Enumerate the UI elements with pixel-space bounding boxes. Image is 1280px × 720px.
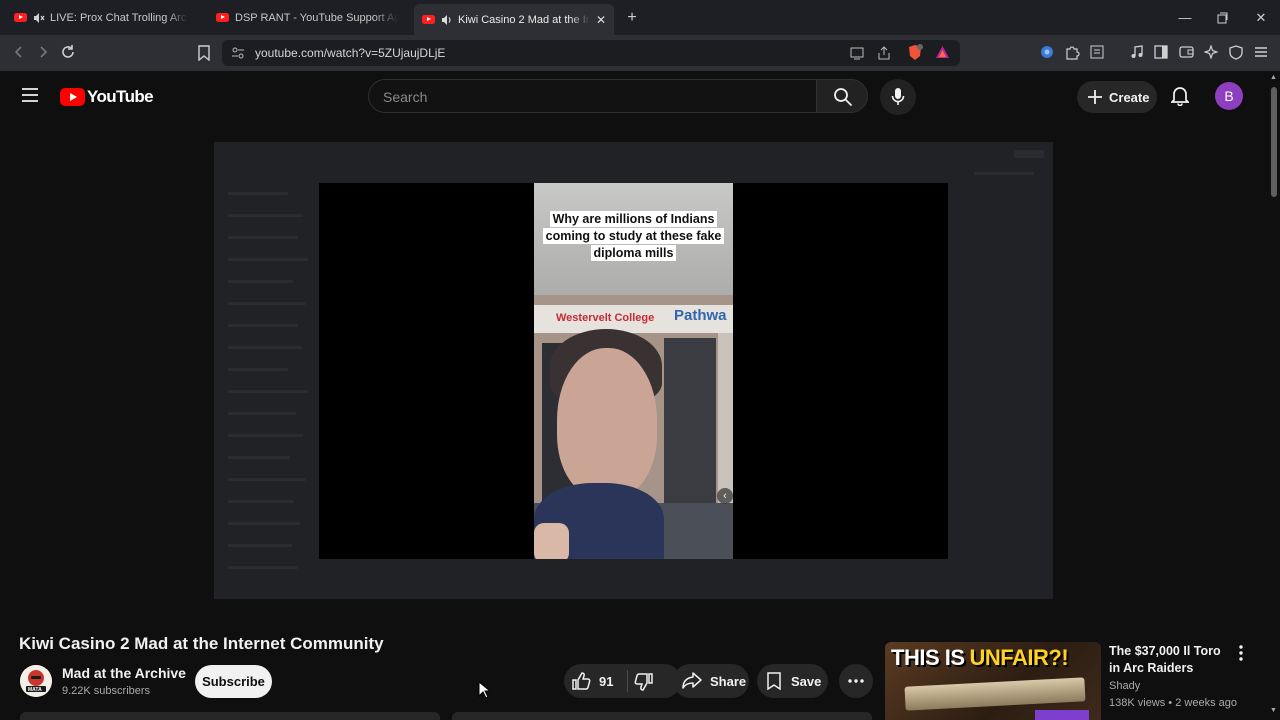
sidebar-icon[interactable] bbox=[1154, 45, 1168, 59]
save-label: Save bbox=[791, 673, 822, 689]
share-button[interactable]: Share bbox=[673, 664, 749, 698]
channel-avatar[interactable]: MATA bbox=[20, 665, 52, 697]
share-page-icon[interactable] bbox=[877, 46, 891, 60]
browser-tab-1[interactable]: LIVE: Prox Chat Trolling Arc Raiders bbox=[6, 5, 196, 30]
subscribe-button[interactable]: Subscribe bbox=[195, 665, 272, 698]
search-placeholder: Search bbox=[383, 89, 428, 105]
speaker-icon[interactable] bbox=[441, 14, 453, 26]
description-box-edge bbox=[20, 712, 440, 720]
youtube-logo-text: YouTube bbox=[87, 87, 154, 106]
leo-ai-icon[interactable] bbox=[1204, 45, 1218, 59]
subscriber-count: 9.22K subscribers bbox=[62, 685, 151, 697]
tab-title: LIVE: Prox Chat Trolling Arc Raiders bbox=[50, 11, 188, 24]
search-button[interactable] bbox=[816, 79, 868, 113]
youtube-favicon-icon bbox=[216, 13, 229, 22]
video-player[interactable]: Westervelt College Pathwa Why are millio… bbox=[214, 142, 1053, 599]
extension-blue-icon[interactable] bbox=[1040, 45, 1054, 59]
back-icon[interactable] bbox=[11, 44, 27, 60]
channel-avatar-text: MATA bbox=[28, 687, 42, 693]
save-button[interactable]: Save bbox=[757, 664, 828, 698]
sign-text-left: Westervelt College bbox=[556, 312, 655, 324]
guide-menu-icon[interactable] bbox=[21, 87, 39, 103]
recommended-video-thumbnail[interactable]: THIS IS UNFAIR?! bbox=[885, 642, 1101, 720]
browser-tab-3-active[interactable]: Kiwi Casino 2 Mad at the Internet ✕ bbox=[414, 4, 614, 35]
cast-icon[interactable] bbox=[850, 46, 864, 60]
chevron-left-icon: ‹ bbox=[717, 488, 733, 504]
recommended-channel-name[interactable]: Shady bbox=[1109, 680, 1140, 692]
media-music-icon[interactable] bbox=[1130, 45, 1144, 59]
youtube-logo[interactable]: YouTube bbox=[60, 87, 154, 107]
scroll-up-icon[interactable]: ▲ bbox=[1270, 74, 1277, 81]
browser-menu-icon[interactable] bbox=[1254, 45, 1268, 59]
storefront-sign: Westervelt College Pathwa bbox=[534, 305, 733, 333]
search-icon bbox=[833, 87, 853, 107]
scroll-down-icon[interactable]: ▼ bbox=[1270, 707, 1277, 714]
recommendation-more-icon[interactable] bbox=[1238, 645, 1244, 661]
microphone-icon bbox=[891, 87, 905, 107]
tab-title: DSP RANT - YouTube Support Agent bbox=[235, 11, 398, 24]
brave-rewards-icon[interactable] bbox=[935, 45, 950, 60]
sign-text-right: Pathwa bbox=[674, 307, 727, 324]
youtube-favicon-icon bbox=[14, 13, 27, 22]
account-avatar[interactable]: B bbox=[1215, 82, 1243, 110]
browser-tab-bar: LIVE: Prox Chat Trolling Arc Raiders DSP… bbox=[0, 0, 1280, 35]
reload-icon[interactable] bbox=[60, 44, 76, 60]
browser-toolbar: youtube.com/watch?v=5ZUjaujDLjE bbox=[0, 35, 1280, 71]
minimize-icon[interactable]: — bbox=[1175, 8, 1195, 28]
browser-tab-2[interactable]: DSP RANT - YouTube Support Agent bbox=[208, 5, 406, 30]
like-dislike-group: 91 bbox=[564, 664, 681, 698]
close-tab-icon[interactable]: ✕ bbox=[596, 13, 606, 27]
youtube-masthead: YouTube Search Create B bbox=[0, 71, 1268, 121]
muted-speaker-icon[interactable] bbox=[33, 12, 45, 24]
forward-icon[interactable] bbox=[35, 44, 51, 60]
vpn-icon[interactable] bbox=[1229, 45, 1243, 60]
video-title: Kiwi Casino 2 Mad at the Internet Commun… bbox=[19, 634, 384, 653]
like-count: 91 bbox=[599, 673, 614, 689]
share-label: Share bbox=[710, 673, 747, 689]
new-tab-button[interactable]: + bbox=[622, 8, 642, 28]
mouse-cursor-icon bbox=[478, 681, 490, 699]
comments-box-edge bbox=[452, 712, 872, 720]
url-text[interactable]: youtube.com/watch?v=5ZUjaujDLjE bbox=[255, 46, 445, 60]
search-input[interactable]: Search bbox=[368, 79, 816, 113]
channel-name[interactable]: Mad at the Archive bbox=[62, 665, 186, 681]
thumbs-up-icon bbox=[571, 671, 591, 691]
scrollbar-thumb[interactable] bbox=[1271, 87, 1277, 197]
notifications-bell-icon[interactable] bbox=[1171, 86, 1189, 106]
more-actions-button[interactable] bbox=[839, 664, 873, 698]
recommended-video-meta: 138K views • 2 weeks ago bbox=[1109, 697, 1237, 709]
wallet-icon[interactable] bbox=[1179, 45, 1194, 59]
share-arrow-icon bbox=[682, 672, 702, 690]
address-bar[interactable]: youtube.com/watch?v=5ZUjaujDLjE bbox=[222, 40, 960, 66]
create-label: Create bbox=[1109, 89, 1150, 105]
more-horizontal-icon bbox=[848, 679, 864, 683]
brave-shield-icon[interactable] bbox=[907, 44, 923, 61]
voice-search-button[interactable] bbox=[880, 79, 916, 115]
tab-title: Kiwi Casino 2 Mad at the Internet bbox=[458, 13, 590, 26]
recommended-video-title[interactable]: The $37,000 Il Toro in Arc Raiders bbox=[1109, 643, 1229, 677]
dislike-button[interactable] bbox=[634, 672, 654, 692]
restore-window-icon[interactable] bbox=[1212, 8, 1232, 28]
embedded-video-frame: Westervelt College Pathwa Why are millio… bbox=[319, 183, 948, 559]
save-bookmark-icon bbox=[767, 672, 781, 690]
thumbs-down-icon bbox=[634, 672, 654, 692]
page-scrollbar[interactable]: ▲ ▼ bbox=[1268, 71, 1280, 720]
extensions-puzzle-icon[interactable] bbox=[1065, 45, 1080, 60]
plus-icon bbox=[1087, 89, 1103, 105]
close-window-icon[interactable]: ✕ bbox=[1251, 8, 1271, 28]
thumbnail-headline: THIS IS UNFAIR?! bbox=[891, 645, 1069, 670]
video-frame-content: Westervelt College Pathwa Why are millio… bbox=[534, 183, 733, 559]
site-settings-icon[interactable] bbox=[231, 46, 245, 60]
bookmark-icon[interactable] bbox=[197, 45, 211, 61]
create-button[interactable]: Create bbox=[1077, 81, 1157, 113]
like-button[interactable]: 91 bbox=[571, 671, 613, 691]
video-caption: Why are millions of Indians coming to st… bbox=[540, 211, 727, 262]
youtube-favicon-icon bbox=[422, 15, 435, 24]
reader-mode-icon[interactable] bbox=[1090, 45, 1104, 59]
youtube-logo-icon bbox=[60, 88, 85, 106]
